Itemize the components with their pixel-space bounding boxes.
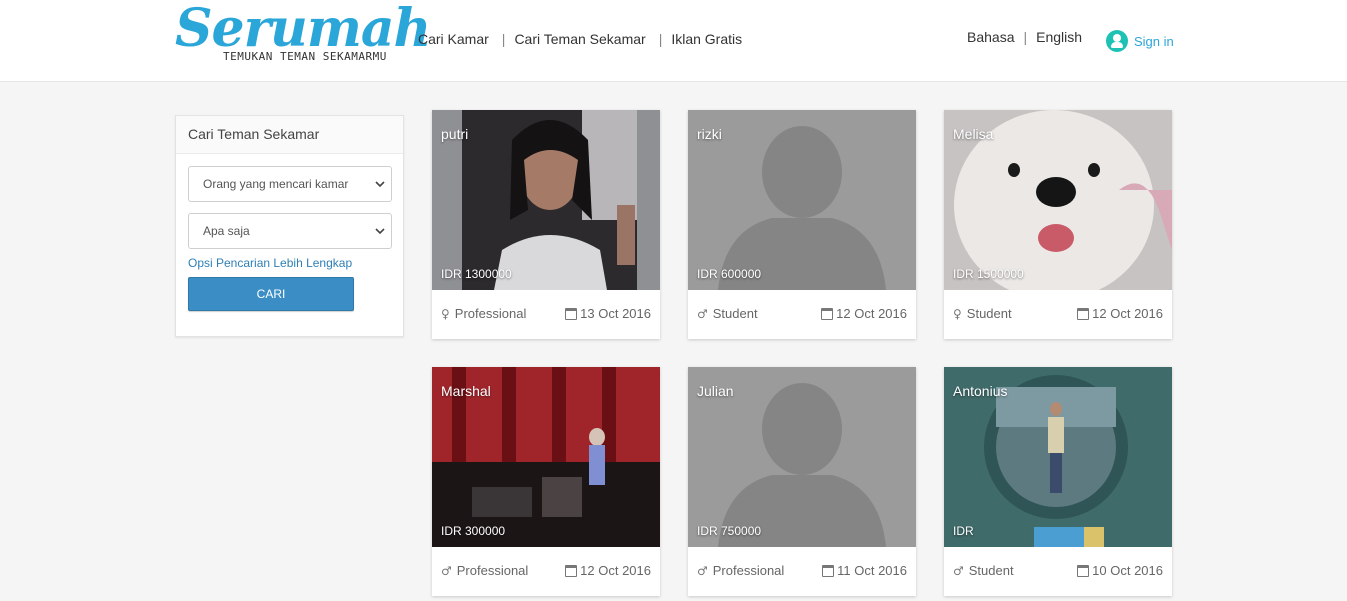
listing-name: rizki [697, 126, 722, 142]
listing-meta: ♂ Professional 11 Oct 2016 [688, 547, 916, 596]
seeker-type-value: Orang yang mencari kamar [203, 177, 349, 191]
language-switcher: Bahasa | English [967, 29, 1082, 45]
nav-iklan-gratis[interactable]: Iklan Gratis [671, 31, 742, 47]
nav-cari-kamar[interactable]: Cari Kamar [418, 31, 489, 47]
search-panel: Cari Teman Sekamar Orang yang mencari ka… [175, 115, 404, 337]
chevron-down-icon [375, 228, 385, 235]
listing-date: 12 Oct 2016 [836, 306, 907, 321]
male-icon: ♂ [697, 563, 708, 578]
listing-meta: ♀ Professional 13 Oct 2016 [432, 290, 660, 339]
signin-label: Sign in [1134, 33, 1174, 49]
listing-price: IDR 750000 [697, 524, 762, 538]
male-icon: ♂ [441, 563, 452, 578]
listing-name: Marshal [441, 383, 491, 399]
listing-occupation: Professional [456, 563, 529, 578]
listing-name: Antonius [953, 383, 1008, 399]
listing-name: Julian [697, 383, 734, 399]
listing-occupation: Professional [712, 563, 785, 578]
listing-card[interactable]: Julian IDR 750000 ♂ Professional 11 Oct 2… [688, 367, 916, 596]
female-icon: ♀ [953, 306, 962, 321]
calendar-icon [1077, 564, 1090, 577]
gender-select[interactable]: Apa saja [188, 213, 392, 249]
listing-card[interactable]: rizki IDR 600000 ♂ Student 12 Oct 2016 [688, 110, 916, 339]
listing-occupation: Professional [454, 306, 527, 321]
listing-card[interactable]: Melisa IDR 1500000 ♀ Student 12 Oct 2016 [944, 110, 1172, 339]
serumah-logo[interactable]: Serumah TEMUKAN TEMAN SEKAMARMU [175, 0, 431, 68]
user-icon [1106, 30, 1128, 52]
listing-price: IDR [953, 524, 974, 538]
top-header: Serumah TEMUKAN TEMAN SEKAMARMU Cari Kam… [0, 0, 1347, 82]
seeker-type-select[interactable]: Orang yang mencari kamar [188, 166, 392, 202]
male-icon: ♂ [697, 306, 708, 321]
listing-date: 11 Oct 2016 [837, 563, 907, 578]
listing-meta: ♀ Student 12 Oct 2016 [944, 290, 1172, 339]
search-panel-title: Cari Teman Sekamar [176, 116, 403, 154]
calendar-icon [565, 564, 578, 577]
advanced-search-link[interactable]: Opsi Pencarian Lebih Lengkap [188, 256, 352, 270]
lang-separator: | [1023, 29, 1028, 45]
search-button[interactable]: CARI [188, 277, 354, 311]
calendar-icon [821, 307, 834, 320]
calendar-icon [1077, 307, 1090, 320]
nav-separator: | [501, 31, 506, 47]
female-icon: ♀ [441, 306, 450, 321]
lang-bahasa[interactable]: Bahasa [967, 29, 1014, 45]
nav-cari-teman-sekamar[interactable]: Cari Teman Sekamar [514, 31, 645, 47]
listing-date: 10 Oct 2016 [1092, 563, 1163, 578]
listing-card[interactable]: putri IDR 1300000 ♀ Professional 13 Oct 2… [432, 110, 660, 339]
listing-card[interactable]: Marshal IDR 300000 ♂ Professional 12 Oct … [432, 367, 660, 596]
nav-separator: | [658, 31, 663, 47]
signin-link[interactable]: Sign in [1106, 30, 1174, 52]
male-icon: ♂ [953, 563, 964, 578]
listing-meta: ♂ Student 12 Oct 2016 [688, 290, 916, 339]
listing-price: IDR 1300000 [441, 267, 512, 281]
listing-date: 12 Oct 2016 [580, 563, 651, 578]
listing-name: Melisa [953, 126, 994, 142]
listing-card[interactable]: Antonius IDR ♂ Student 10 Oct 2016 [944, 367, 1172, 596]
calendar-icon [822, 564, 835, 577]
listing-price: IDR 1500000 [953, 267, 1024, 281]
listing-occupation: Student [966, 306, 1012, 321]
listing-occupation: Student [712, 306, 758, 321]
listing-meta: ♂ Professional 12 Oct 2016 [432, 547, 660, 596]
listing-meta: ♂ Student 10 Oct 2016 [944, 547, 1172, 596]
lang-english[interactable]: English [1036, 29, 1082, 45]
listing-price: IDR 600000 [697, 267, 762, 281]
main-nav: Cari Kamar | Cari Teman Sekamar | Iklan … [418, 31, 742, 47]
logo-tagline: TEMUKAN TEMAN SEKAMARMU [223, 50, 387, 63]
listing-price: IDR 300000 [441, 524, 506, 538]
listing-occupation: Student [968, 563, 1014, 578]
listing-name: putri [441, 126, 469, 142]
listing-date: 13 Oct 2016 [580, 306, 651, 321]
listing-date: 12 Oct 2016 [1092, 306, 1163, 321]
profile-photo-placeholder [688, 110, 916, 290]
calendar-icon [565, 307, 578, 320]
chevron-down-icon [375, 181, 385, 188]
gender-value: Apa saja [203, 224, 250, 238]
